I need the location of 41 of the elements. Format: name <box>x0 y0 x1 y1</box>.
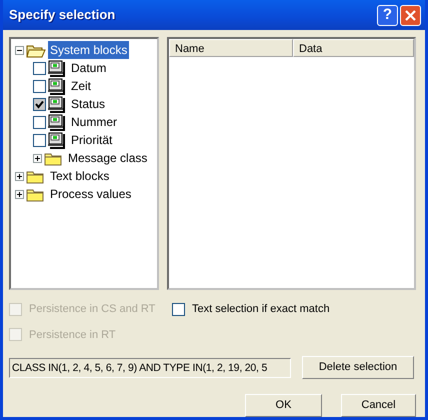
tree-item-label[interactable]: Message class <box>66 149 150 167</box>
tree-item-label[interactable]: System blocks <box>48 41 130 59</box>
monitor-icon <box>47 60 66 76</box>
checkbox[interactable] <box>33 62 46 74</box>
help-button[interactable]: ? <box>377 4 398 26</box>
expand-icon[interactable] <box>15 190 24 198</box>
monitor-icon <box>47 78 66 94</box>
option-label: Persistence in CS and RT <box>29 302 156 317</box>
close-button[interactable] <box>400 4 421 26</box>
expand-icon[interactable] <box>15 172 24 180</box>
folder-icon <box>44 150 64 166</box>
tree-item-label[interactable]: Zeit <box>69 77 94 95</box>
filter-field[interactable]: CLASS IN(1, 2, 4, 5, 6, 7, 9) AND TYPE IN(1, 2, 19, 20, 5 <box>9 358 291 378</box>
checkbox[interactable] <box>33 98 46 110</box>
checkbox[interactable] <box>33 134 46 146</box>
delete-selection-button[interactable]: Delete selection <box>302 356 414 379</box>
monitor-icon <box>47 114 66 130</box>
tree-item-label[interactable]: Text blocks <box>48 167 112 185</box>
tree-item-label[interactable]: Nummer <box>69 113 120 131</box>
tree-item-label[interactable]: Status <box>69 95 108 113</box>
column-header[interactable]: Name <box>169 39 293 57</box>
checkbox[interactable] <box>33 116 46 128</box>
folder-icon <box>26 168 46 184</box>
column-header[interactable]: Data <box>293 39 414 57</box>
option-label: Persistence in RT <box>29 328 116 342</box>
cancel-button[interactable]: Cancel <box>341 394 416 417</box>
monitor-icon <box>47 96 66 112</box>
expand-icon[interactable] <box>33 154 42 162</box>
tree-item-label[interactable]: Priorität <box>69 131 114 149</box>
close-icon <box>405 10 416 20</box>
option-label: Text selection if exact match <box>192 302 330 317</box>
checkbox[interactable] <box>33 80 46 92</box>
tree-item-label[interactable]: Datum <box>69 59 108 77</box>
folder-icon <box>26 186 46 202</box>
tree-item-label[interactable]: Process values <box>48 185 134 203</box>
ok-button[interactable]: OK <box>245 394 322 417</box>
folder-icon <box>26 42 46 58</box>
checkbox[interactable] <box>172 302 185 316</box>
collapse-icon[interactable] <box>15 46 24 54</box>
monitor-icon <box>47 132 66 148</box>
window-title: Specify selection <box>9 6 116 24</box>
